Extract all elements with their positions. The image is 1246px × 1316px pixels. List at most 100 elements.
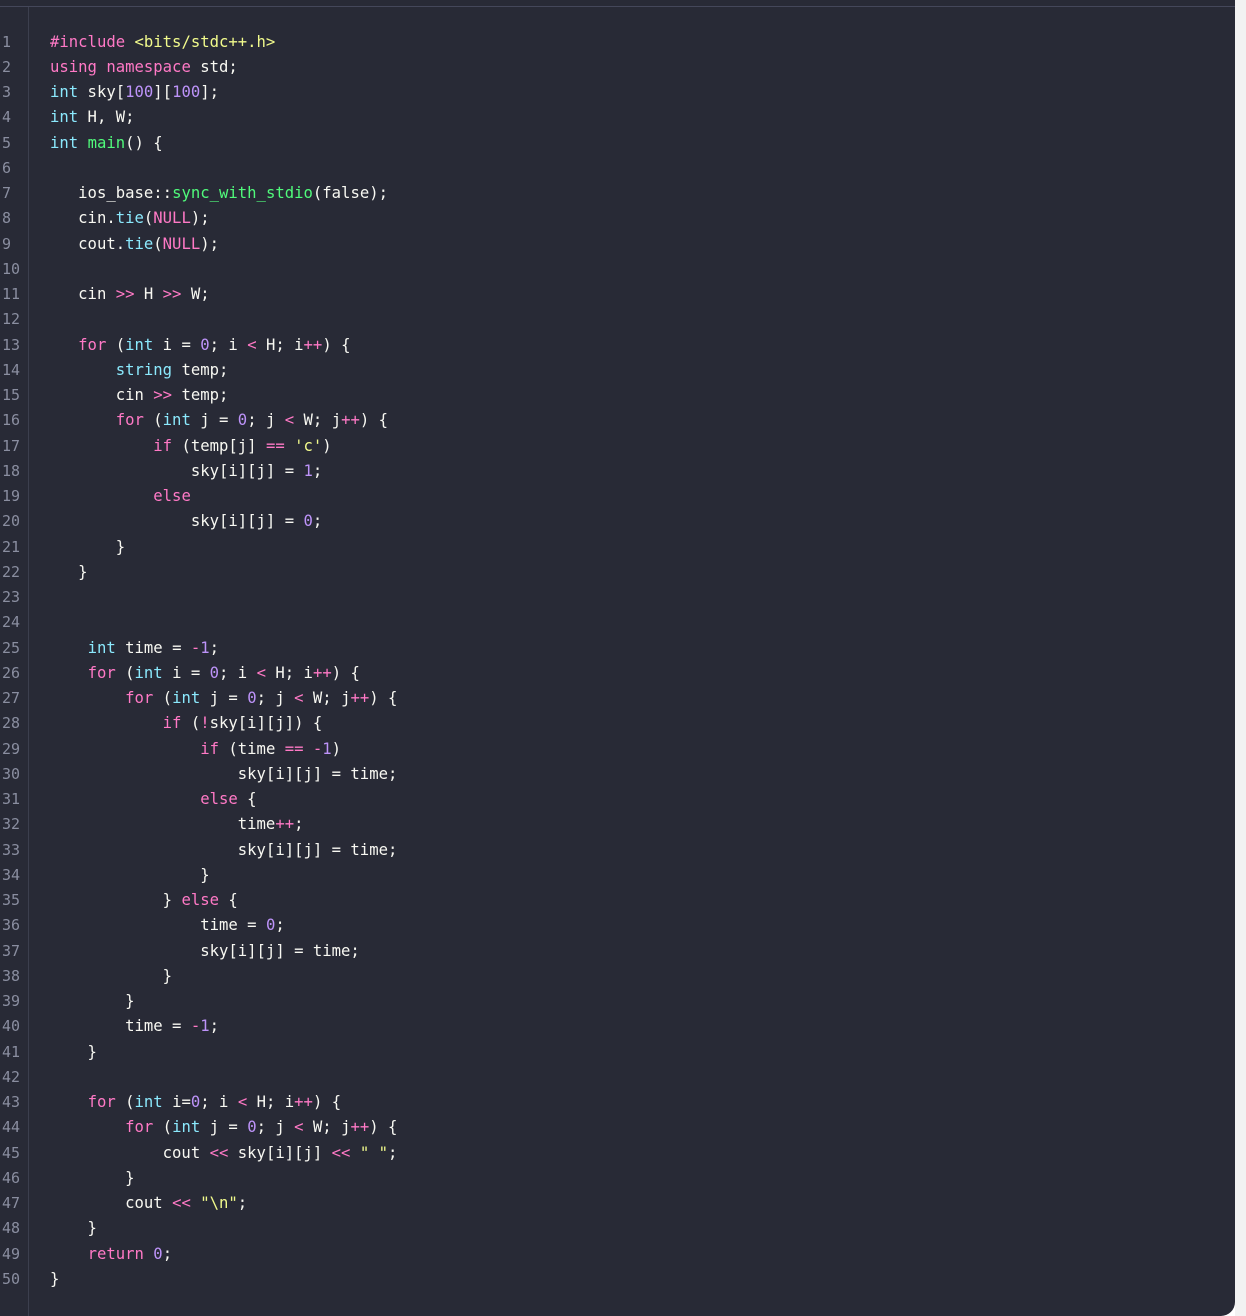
code-token: <: [294, 1118, 304, 1137]
code-text[interactable]: }: [50, 964, 172, 989]
code-token: std;: [190, 57, 238, 76]
line-number: 29: [2, 739, 21, 758]
code-token: 0: [190, 1093, 201, 1111]
code-text[interactable]: time = -1;: [50, 1014, 219, 1039]
line-number: 45: [2, 1143, 21, 1162]
code-text[interactable]: return 0;: [50, 1242, 173, 1267]
line-number: 11: [2, 285, 21, 303]
code-text[interactable]: }: [50, 535, 125, 560]
code-token: 1: [322, 739, 332, 758]
code-token: H, W;: [78, 108, 135, 127]
code-text[interactable]: }: [50, 1216, 97, 1241]
code-text[interactable]: time = 0;: [50, 913, 285, 938]
code-token: ) {: [369, 689, 398, 707]
code-text[interactable]: }: [50, 989, 135, 1014]
code-text[interactable]: for (int i = 0; i < H; i++) {: [50, 661, 360, 686]
code-text[interactable]: sky[i][j] = 0;: [50, 509, 322, 534]
code-text[interactable]: cout << "\n";: [50, 1191, 247, 1216]
code-text[interactable]: #include <bits/stdc++.h>: [50, 30, 275, 55]
code-token: i=: [162, 1093, 191, 1111]
code-text[interactable]: sky[i][j] = time;: [50, 762, 398, 787]
code-token: ;: [209, 638, 220, 657]
line-number: 17: [2, 436, 21, 455]
code-text[interactable]: int sky[100][100];: [50, 80, 219, 105]
code-token: temp;: [172, 386, 229, 404]
code-text[interactable]: for (int j = 0; j < W; j++) {: [50, 686, 397, 711]
code-token: int: [162, 411, 191, 430]
code-token: main: [87, 133, 126, 152]
code-text[interactable]: }: [50, 1267, 59, 1292]
code-text[interactable]: }: [50, 863, 209, 888]
line-number: 41: [2, 1042, 21, 1061]
code-text[interactable]: else {: [50, 787, 256, 812]
code-text[interactable]: int main() {: [50, 131, 163, 156]
code-text[interactable]: } else {: [50, 888, 238, 913]
code-text[interactable]: sky[i][j] = 1;: [50, 459, 322, 484]
code-text[interactable]: for (int j = 0; j < W; j++) {: [50, 408, 388, 433]
code-token: ;: [312, 512, 323, 531]
line-number: 25: [2, 638, 21, 657]
code-text[interactable]: }: [50, 1166, 134, 1191]
code-text[interactable]: cout.tie(NULL);: [50, 232, 219, 257]
code-token: ;: [237, 1194, 248, 1212]
code-text[interactable]: cin >> H >> W;: [50, 282, 209, 307]
code-token: }: [50, 966, 173, 985]
code-token: ;: [162, 1244, 173, 1263]
line-number: 26: [2, 663, 21, 682]
code-token: ++: [312, 663, 332, 682]
code-text[interactable]: sky[i][j] = time;: [50, 939, 360, 964]
code-token: 100: [172, 83, 201, 101]
code-text[interactable]: cin >> temp;: [50, 383, 229, 408]
code-text[interactable]: if (!sky[i][j]) {: [50, 711, 323, 736]
code-text[interactable]: cin.tie(NULL);: [50, 206, 209, 231]
line-number: 19: [2, 487, 21, 505]
code-text[interactable]: }: [50, 1040, 97, 1065]
code-token: }: [50, 992, 135, 1010]
code-token: (: [153, 1118, 173, 1137]
code-text[interactable]: string temp;: [50, 358, 229, 383]
code-text[interactable]: }: [50, 560, 87, 585]
code-token: <bits/stdc++.h>: [134, 32, 276, 51]
code-token: W; j: [303, 1118, 351, 1137]
line-number: 34: [2, 865, 21, 884]
code-text[interactable]: int H, W;: [50, 105, 135, 130]
code-token: <: [256, 663, 266, 682]
code-text[interactable]: else: [50, 484, 191, 509]
code-token: time =: [115, 638, 191, 657]
code-text[interactable]: int time = -1;: [50, 636, 219, 661]
code-editor[interactable]: 1 #include <bits/stdc++.h> 2 using namespac…: [0, 0, 1235, 1316]
code-token: 0: [237, 411, 248, 430]
code-token: (: [115, 663, 135, 682]
code-token: "\n": [200, 1194, 238, 1212]
line-number: 5: [2, 133, 12, 152]
code-token: sky[: [78, 83, 126, 101]
code-token: () {: [125, 133, 163, 152]
code-text[interactable]: using namespace std;: [50, 55, 238, 80]
code-token: !: [200, 714, 210, 733]
code-token: (: [153, 689, 173, 707]
code-text[interactable]: ios_base::sync_with_stdio(false);: [50, 181, 388, 206]
code-token: >>: [153, 386, 173, 404]
line-number: 27: [2, 689, 21, 707]
code-token: #include: [50, 32, 135, 51]
code-token: <<: [172, 1194, 191, 1212]
code-text[interactable]: time++;: [50, 812, 304, 837]
code-text[interactable]: if (temp[j] == 'c'): [50, 434, 331, 459]
code-token: 0: [303, 512, 313, 531]
code-text[interactable]: cout << sky[i][j] << " ";: [50, 1141, 398, 1166]
scrollbar-track[interactable]: [1235, 0, 1246, 1316]
code-text[interactable]: for (int i=0; i < H; i++) {: [50, 1090, 342, 1115]
line-number: 10: [2, 259, 21, 278]
code-token: tie: [125, 234, 154, 253]
code-text[interactable]: for (int j = 0; j < W; j++) {: [50, 1115, 397, 1140]
code-text[interactable]: sky[i][j] = time;: [50, 838, 398, 863]
code-text[interactable]: if (time == -1): [50, 737, 341, 762]
code-token: cout: [50, 1194, 173, 1212]
code-text[interactable]: for (int i = 0; i < H; i++) {: [50, 333, 350, 358]
code-token: (: [153, 234, 163, 253]
